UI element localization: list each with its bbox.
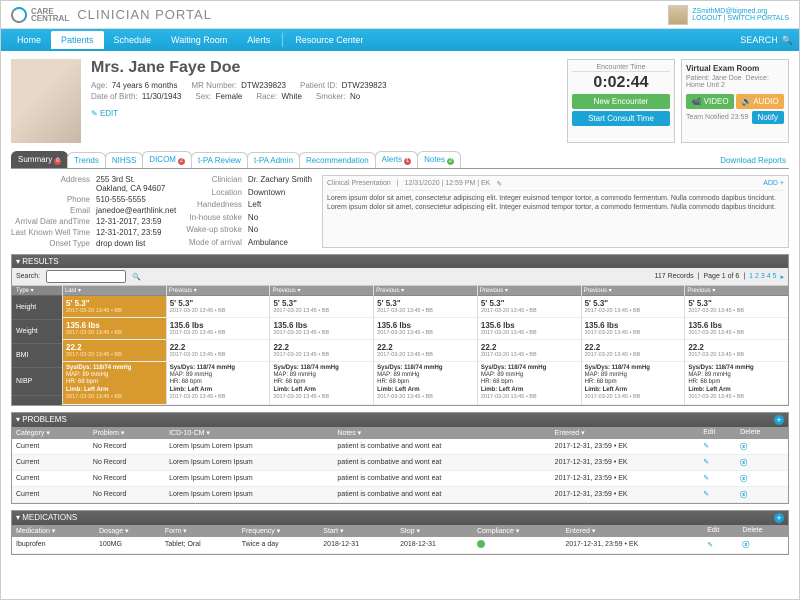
delete-icon[interactable]: ⓧ bbox=[740, 490, 748, 498]
switch-portals-link[interactable]: SWITCH PORTALS bbox=[727, 15, 789, 22]
table-row: CurrentNo RecordLorem Ipsum Lorem Ipsump… bbox=[12, 470, 788, 486]
page-3[interactable]: 3 bbox=[761, 273, 765, 280]
tab-tpa-admin[interactable]: t-PA Admin bbox=[247, 152, 300, 168]
patient-name: Mrs. Jane Faye Doe bbox=[91, 59, 557, 77]
problems-title: PROBLEMS bbox=[22, 415, 66, 424]
results-expand-icon[interactable]: ▾ bbox=[16, 257, 20, 266]
tab-recommendation[interactable]: Recommendation bbox=[299, 152, 376, 168]
search-icon[interactable]: 🔍 bbox=[782, 35, 793, 46]
encounter-header: Encounter Time bbox=[572, 64, 670, 72]
edit-icon[interactable]: ✎ bbox=[707, 541, 715, 549]
table-row: CurrentNo RecordLorem Ipsum Lorem Ipsump… bbox=[12, 439, 788, 455]
table-row: CurrentNo RecordLorem Ipsum Lorem Ipsump… bbox=[12, 454, 788, 470]
app-title: CLINICIAN PORTAL bbox=[77, 7, 212, 22]
delete-icon[interactable]: ⓧ bbox=[740, 442, 748, 450]
tab-nihss[interactable]: NIHSS bbox=[105, 152, 143, 168]
edit-icon[interactable]: ✎ bbox=[703, 458, 711, 466]
meds-expand-icon[interactable]: ▾ bbox=[16, 513, 20, 522]
edit-icon[interactable]: ✎ bbox=[703, 490, 711, 498]
encounter-time: 0:02:44 bbox=[572, 74, 670, 92]
patient-avatar bbox=[11, 59, 81, 143]
tab-trends[interactable]: Trends bbox=[67, 152, 106, 168]
user-email: ZSmithMD@bigmed.org bbox=[692, 8, 789, 15]
page-5[interactable]: 5 bbox=[773, 273, 777, 280]
nav-schedule[interactable]: Schedule bbox=[104, 31, 162, 49]
notify-button[interactable]: Notify bbox=[752, 111, 784, 124]
page-next[interactable]: ▸ bbox=[780, 273, 784, 281]
clinpres-body: Lorem ipsum dolor sit amet, consectetur … bbox=[327, 194, 784, 212]
video-button[interactable]: 📹 VIDEO bbox=[686, 94, 734, 109]
page-2[interactable]: 2 bbox=[755, 273, 759, 280]
delete-icon[interactable]: ⓧ bbox=[742, 540, 750, 548]
ver-title: Virtual Exam Room bbox=[686, 64, 784, 73]
results-title: RESULTS bbox=[22, 257, 58, 266]
clinpres-ts: 12/31/2020 | 12:59 PM | EK bbox=[405, 180, 491, 188]
page-1[interactable]: 1 bbox=[749, 273, 753, 280]
nav-resource-center[interactable]: Resource Center bbox=[285, 31, 373, 49]
clinpres-add[interactable]: ADD + bbox=[763, 180, 784, 188]
edit-icon[interactable]: ✎ bbox=[703, 474, 711, 482]
meds-add[interactable]: + bbox=[774, 513, 784, 523]
pencil-icon[interactable]: ✎ bbox=[496, 180, 502, 188]
tab-alerts[interactable]: Alerts1 bbox=[375, 151, 418, 168]
audio-button[interactable]: 🔊 AUDIO bbox=[736, 94, 784, 109]
edit-icon[interactable]: ✎ bbox=[703, 442, 711, 450]
logout-link[interactable]: LOGOUT bbox=[692, 15, 721, 22]
nav-home[interactable]: Home bbox=[7, 31, 51, 49]
edit-patient[interactable]: ✎ EDIT bbox=[91, 109, 118, 118]
table-row: CurrentNo RecordLorem Ipsum Lorem Ipsump… bbox=[12, 486, 788, 502]
problems-expand-icon[interactable]: ▾ bbox=[16, 415, 20, 424]
clinpres-label: Clinical Presentation bbox=[327, 180, 391, 188]
delete-icon[interactable]: ⓧ bbox=[740, 474, 748, 482]
page-4[interactable]: 4 bbox=[767, 273, 771, 280]
results-search-input[interactable] bbox=[46, 270, 126, 283]
nav-patients[interactable]: Patients bbox=[51, 31, 104, 49]
new-encounter-button[interactable]: New Encounter bbox=[572, 94, 670, 109]
tab-notes[interactable]: Notes2 bbox=[417, 151, 461, 168]
tab-summary[interactable]: Summary0 bbox=[11, 151, 68, 168]
nav-waiting-room[interactable]: Waiting Room bbox=[161, 31, 237, 49]
compliance-dot bbox=[477, 540, 485, 548]
delete-icon[interactable]: ⓧ bbox=[740, 458, 748, 466]
user-avatar[interactable] bbox=[668, 5, 688, 25]
start-consult-button[interactable]: Start Consult Time bbox=[572, 111, 670, 126]
nav-search-label: SEARCH bbox=[740, 35, 778, 45]
problems-add[interactable]: + bbox=[774, 415, 784, 425]
meds-title: MEDICATIONS bbox=[22, 513, 77, 522]
tab-tpa-review[interactable]: t-PA Review bbox=[191, 152, 248, 168]
logo: CARECENTRAL bbox=[11, 7, 69, 23]
team-notified: Team Notified 23:59 bbox=[686, 114, 748, 121]
table-row: Ibuprofen100MGTablet; OralTwice a day201… bbox=[12, 537, 788, 554]
tab-dicom[interactable]: DICOM2 bbox=[142, 151, 192, 168]
download-reports[interactable]: Download Reports bbox=[717, 153, 789, 168]
nav-alerts[interactable]: Alerts bbox=[237, 31, 280, 49]
search-icon[interactable]: 🔍 bbox=[132, 273, 141, 281]
